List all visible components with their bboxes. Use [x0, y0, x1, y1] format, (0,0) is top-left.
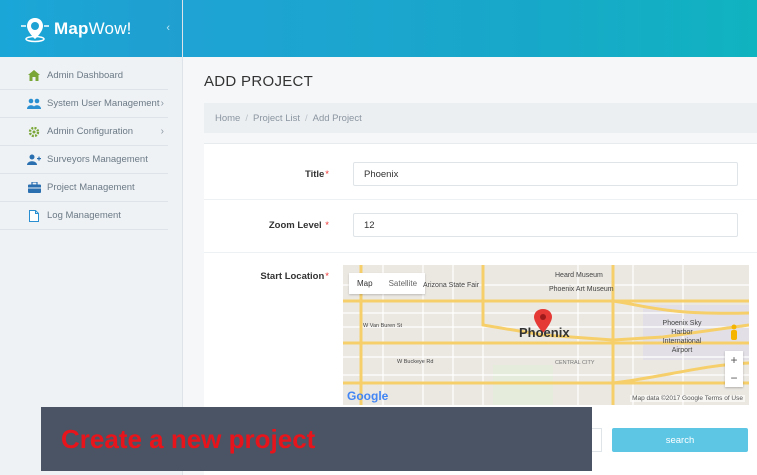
briefcase-icon [27, 182, 41, 194]
breadcrumb-project-list[interactable]: Project List [253, 113, 300, 124]
sidebar-item-log-management[interactable]: Log Management [0, 202, 168, 230]
street-view-pegman-icon[interactable] [729, 324, 739, 340]
map-label-buckeye: W Buckeye Rd [397, 359, 434, 365]
divider [204, 199, 757, 200]
sidebar-item-label: Admin Configuration [47, 126, 134, 137]
map-label-art-museum: Phoenix Art Museum [549, 286, 614, 293]
map-label-city: Phoenix [519, 325, 570, 340]
map-zoom-in-button[interactable]: + [725, 351, 743, 369]
page-title: ADD PROJECT [204, 73, 314, 90]
users-icon [27, 98, 41, 110]
chevron-right-icon: › [160, 98, 164, 109]
file-icon [27, 209, 41, 222]
brand-header: MapWow! ‹ [0, 0, 182, 57]
add-user-icon [27, 154, 41, 166]
breadcrumb: Home / Project List / Add Project [204, 103, 757, 133]
sidebar-item-label: System User Management [47, 98, 160, 109]
sidebar-item-label: Project Management [47, 182, 135, 193]
title-input[interactable]: Phoenix [353, 162, 738, 186]
map-label-sky-harbor: Phoenix Sky Harbor International Airport [662, 320, 702, 354]
start-location-map[interactable]: Map Satellite Arizona State Fair Heard M… [343, 265, 749, 405]
sidebar: MapWow! ‹ Admin Dashboard System User Ma… [0, 0, 183, 475]
breadcrumb-separator: / [304, 112, 308, 124]
breadcrumb-separator: / [245, 112, 248, 124]
sidebar-item-label: Admin Dashboard [47, 70, 124, 81]
map-tab-satellite[interactable]: Satellite [381, 273, 425, 294]
search-button[interactable]: search [612, 428, 748, 452]
map-tab-map[interactable]: Map [349, 273, 381, 294]
map-zoom-out-button[interactable]: − [725, 369, 743, 387]
zoom-level-input[interactable]: 12 [353, 213, 738, 237]
map-pin-logo-icon [20, 14, 50, 44]
brand-name: MapWow! [54, 18, 132, 38]
map-label-central-city: CENTRAL CITY [555, 360, 595, 366]
home-icon [27, 70, 41, 82]
chevron-right-icon: › [160, 126, 164, 137]
title-label: Title* [304, 169, 329, 180]
map-label-van-buren: W Van Buren St [363, 323, 403, 329]
divider [204, 252, 757, 253]
google-logo: Google [347, 389, 389, 403]
map-label-arizona-state-fair: Arizona State Fair [423, 282, 480, 289]
sidebar-item-project-management[interactable]: Project Management [0, 174, 168, 202]
sidebar-item-admin-dashboard[interactable]: Admin Dashboard [0, 62, 168, 90]
map-label-heard-museum: Heard Museum [555, 272, 603, 279]
sidebar-item-label: Surveyors Management [47, 154, 148, 165]
caption-text: Create a new project [61, 423, 316, 454]
sidebar-item-surveyors-management[interactable]: Surveyors Management [0, 146, 168, 174]
sidebar-item-admin-configuration[interactable]: Admin Configuration › [0, 118, 168, 146]
caption-banner: Create a new project [41, 407, 592, 471]
map-attribution: Map data ©2017 Google Terms of Use [630, 395, 745, 402]
top-header-bar [183, 0, 757, 57]
sidebar-collapse-button[interactable]: ‹ [166, 22, 170, 34]
sidebar-nav: Admin Dashboard System User Management ›… [0, 57, 182, 230]
sidebar-item-label: Log Management [47, 210, 121, 221]
map-type-tabs: Map Satellite [349, 273, 426, 294]
breadcrumb-add-project: Add Project [312, 112, 362, 124]
gear-icon [27, 126, 41, 138]
map-zoom-control: + − [725, 351, 743, 387]
start-location-label: Start Location* [260, 271, 329, 282]
breadcrumb-home[interactable]: Home [215, 113, 240, 124]
zoom-level-label: Zoom Level * [268, 220, 329, 231]
sidebar-item-system-user-management[interactable]: System User Management › [0, 90, 168, 118]
